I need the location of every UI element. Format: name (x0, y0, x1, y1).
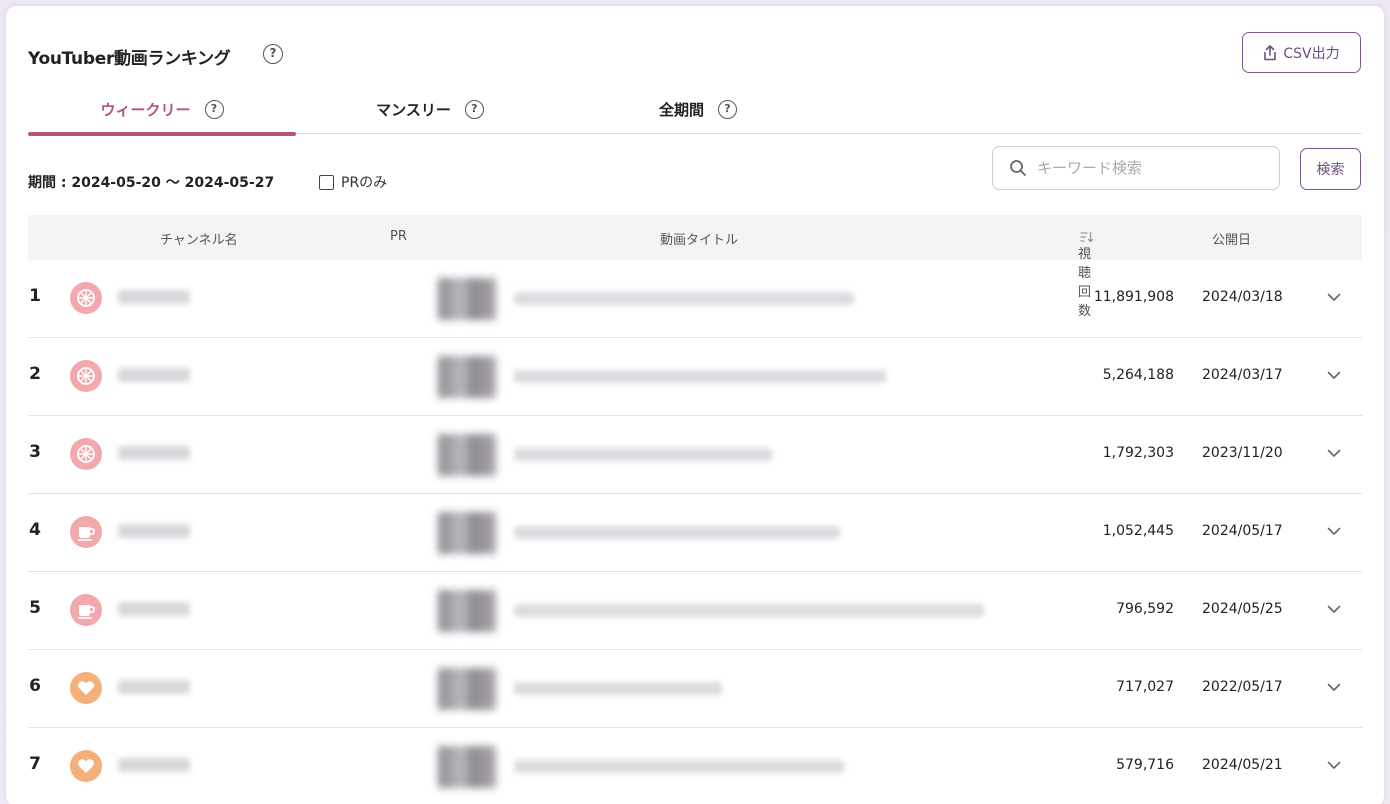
help-icon[interactable]: ? (718, 99, 737, 119)
heart-icon (70, 672, 102, 704)
page-title: YouTuber動画ランキング (28, 49, 231, 69)
tab-monthly-label: マンスリー (376, 100, 451, 119)
view-count: 5,264,188 (1102, 367, 1174, 383)
table-row[interactable]: 7 579,716 2024/05/21 (28, 728, 1362, 804)
chevron-down-icon[interactable] (1324, 287, 1344, 307)
help-icon[interactable]: ? (263, 44, 283, 64)
video-title-redacted[interactable] (514, 370, 886, 383)
chevron-down-icon[interactable] (1324, 677, 1344, 697)
rank-number: 7 (29, 754, 41, 774)
csv-export-button[interactable]: CSV出力 (1242, 32, 1361, 73)
dharma-wheel-icon (70, 282, 102, 314)
ranking-card: YouTuber動画ランキング ? CSV出力 ウィークリー ? マンスリー ?… (6, 6, 1384, 804)
help-icon[interactable]: ? (464, 99, 484, 119)
channel-name-redacted (118, 758, 190, 772)
help-icon[interactable]: ? (204, 99, 224, 119)
pr-only-checkbox[interactable] (319, 174, 334, 190)
rank-number: 4 (29, 520, 41, 540)
video-title-redacted[interactable] (514, 448, 772, 461)
heart-icon (70, 750, 102, 782)
search-button[interactable]: 検索 (1300, 148, 1361, 190)
video-title-redacted[interactable] (514, 760, 844, 773)
video-thumbnail[interactable] (438, 590, 496, 632)
column-channel: チャンネル名 (160, 233, 238, 248)
video-thumbnail[interactable] (438, 356, 496, 398)
tab-all-time-label: 全期間 (658, 100, 704, 119)
cup-icon (70, 516, 102, 548)
search-icon (1010, 160, 1026, 176)
chevron-down-icon[interactable] (1324, 521, 1344, 541)
published-date: 2024/05/21 (1202, 757, 1283, 773)
table-header: チャンネル名 PR 動画タイトル 視聴回数 公開日 (28, 215, 1362, 319)
table-row[interactable]: 4 1,052,445 2024/05/17 (28, 494, 1362, 572)
ranking-table-body: 1 11,891,908 2024/03/18 2 5,264,188 2024… (28, 260, 1362, 804)
cup-icon (70, 594, 102, 626)
column-title: 動画タイトル (660, 233, 739, 248)
rank-number: 2 (29, 364, 41, 384)
table-row[interactable]: 2 5,264,188 2024/03/17 (28, 338, 1362, 416)
tab-monthly[interactable]: マンスリー ? (296, 84, 564, 134)
period-tabs: ウィークリー ? マンスリー ? 全期間 ? (28, 84, 1362, 136)
published-date: 2024/05/25 (1202, 601, 1283, 617)
video-title-redacted[interactable] (514, 526, 840, 539)
chevron-down-icon[interactable] (1324, 443, 1344, 463)
video-thumbnail[interactable] (438, 512, 496, 554)
view-count: 11,891,908 (1093, 289, 1174, 305)
column-published: 公開日 (1212, 233, 1252, 248)
view-count: 796,592 (1116, 601, 1174, 617)
table-row[interactable]: 5 796,592 2024/05/25 (28, 572, 1362, 650)
channel-name-redacted (118, 680, 190, 694)
pr-only-label: PRのみ (341, 175, 388, 191)
sort-desc-icon[interactable] (1080, 231, 1094, 243)
tab-weekly[interactable]: ウィークリー ? (28, 84, 296, 136)
rank-number: 6 (29, 676, 41, 696)
rank-number: 3 (29, 442, 41, 462)
rank-number: 5 (29, 598, 41, 618)
table-row[interactable]: 3 1,792,303 2023/11/20 (28, 416, 1362, 494)
column-views[interactable]: 視聴回数 (1078, 229, 1094, 319)
video-thumbnail[interactable] (438, 434, 496, 476)
video-title-redacted[interactable] (514, 292, 854, 305)
channel-name-redacted (118, 602, 190, 616)
csv-export-label: CSV出力 (1283, 45, 1340, 62)
period-range: 期間 : 2024-05-20 〜 2024-05-27 (28, 175, 275, 191)
table-row[interactable]: 1 11,891,908 2024/03/18 (28, 260, 1362, 338)
video-thumbnail[interactable] (438, 746, 496, 788)
published-date: 2022/05/17 (1202, 679, 1283, 695)
video-thumbnail[interactable] (438, 278, 496, 320)
published-date: 2024/05/17 (1202, 523, 1283, 539)
view-count: 1,052,445 (1102, 523, 1174, 539)
published-date: 2024/03/18 (1202, 289, 1283, 305)
search-input[interactable] (1037, 159, 1257, 177)
table-row[interactable]: 6 717,027 2022/05/17 (28, 650, 1362, 728)
video-title-redacted[interactable] (514, 604, 984, 617)
search-field[interactable] (992, 146, 1280, 190)
view-count: 579,716 (1116, 757, 1174, 773)
chevron-down-icon[interactable] (1324, 365, 1344, 385)
published-date: 2023/11/20 (1202, 445, 1283, 461)
rank-number: 1 (29, 286, 41, 306)
channel-name-redacted (118, 368, 190, 382)
chevron-down-icon[interactable] (1324, 599, 1344, 619)
channel-name-redacted (118, 446, 190, 460)
view-count: 1,792,303 (1102, 445, 1174, 461)
tab-all-time[interactable]: 全期間 ? (564, 84, 832, 134)
channel-name-redacted (118, 524, 190, 538)
channel-name-redacted (118, 290, 190, 304)
column-pr: PR (390, 229, 407, 244)
view-count: 717,027 (1116, 679, 1174, 695)
video-thumbnail[interactable] (438, 668, 496, 710)
pr-only-filter[interactable]: PRのみ (319, 172, 387, 192)
tab-weekly-label: ウィークリー (100, 100, 191, 119)
share-icon (1264, 44, 1277, 60)
dharma-wheel-icon (70, 438, 102, 470)
published-date: 2024/03/17 (1202, 367, 1283, 383)
video-title-redacted[interactable] (514, 682, 722, 695)
chevron-down-icon[interactable] (1324, 755, 1344, 775)
dharma-wheel-icon (70, 360, 102, 392)
